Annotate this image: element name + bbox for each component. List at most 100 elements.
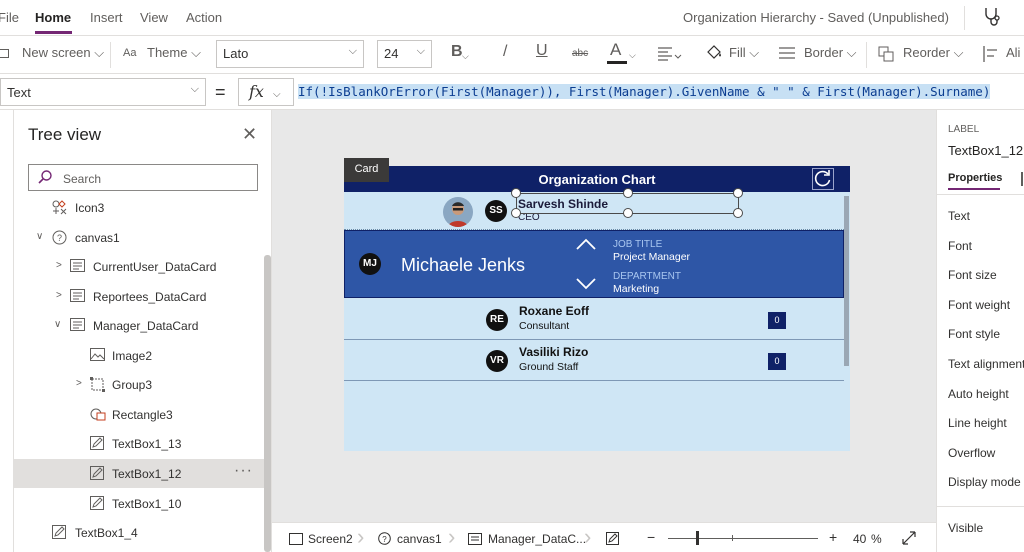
edit-text-icon (606, 532, 619, 548)
tree-item-rectangle3[interactable]: Rectangle3 (14, 400, 268, 429)
strikethrough-button[interactable]: abc (572, 48, 588, 59)
menu-action[interactable]: Action (186, 10, 222, 25)
fit-to-window-icon[interactable] (902, 531, 916, 548)
chevron-right-icon[interactable]: > (56, 290, 62, 301)
tree-item-currentuser-datacard[interactable]: > CurrentUser_DataCard (14, 252, 268, 281)
tree-item-canvas1[interactable]: ∨ ? canvas1 (14, 223, 268, 252)
current-user-card[interactable]: MJ Michaele Jenks JOB TITLE Project Mana… (344, 230, 844, 298)
fx-label: fx (249, 82, 264, 101)
resize-handle[interactable] (511, 208, 521, 218)
reportee-row[interactable]: VR Vasiliki Rizo Ground Staff 0 (344, 340, 844, 381)
tree-item-label: TextBox1_13 (112, 437, 182, 451)
divider (937, 194, 1024, 195)
prop-line-height[interactable]: Line height (948, 416, 1007, 430)
prop-display-mode[interactable]: Display mode (948, 475, 1021, 489)
more-options-icon[interactable]: ··· (234, 462, 253, 480)
chevron-down-icon: ⌵ (416, 45, 425, 57)
prop-font[interactable]: Font (948, 239, 972, 253)
tree-search-input[interactable]: Search (28, 164, 258, 191)
prop-font-size[interactable]: Font size (948, 268, 997, 282)
tree-item-icon3[interactable]: Icon3 (14, 193, 268, 222)
tree-item-label: Reportees_DataCard (93, 290, 207, 304)
formula-input[interactable]: If(!IsBlankOrError(First(Manager)), Firs… (296, 78, 1024, 106)
tree-item-label: Rectangle3 (112, 408, 173, 422)
menu-home[interactable]: Home (35, 10, 71, 25)
prop-text-alignment[interactable]: Text alignment (948, 357, 1024, 371)
breadcrumb-canvas1[interactable]: canvas1 (397, 532, 442, 546)
underline-button[interactable]: U (536, 42, 548, 60)
chevron-down-icon: ⌵ (190, 83, 199, 95)
menu-file[interactable]: File (0, 10, 19, 25)
prop-visible[interactable]: Visible (948, 521, 983, 535)
chevron-right-icon[interactable]: > (56, 260, 62, 271)
bold-button[interactable]: B (451, 43, 463, 61)
zoom-in-button[interactable]: + (829, 529, 837, 545)
resize-handle[interactable] (733, 208, 743, 218)
italic-button[interactable]: / (503, 43, 507, 61)
zoom-slider-track[interactable] (668, 538, 818, 539)
refresh-button[interactable] (812, 168, 834, 190)
document-title: Organization Hierarchy - Saved (Unpublis… (683, 10, 949, 25)
property-select[interactable]: Text ⌵ (0, 78, 206, 106)
reportee-initials-avatar: RE (486, 309, 508, 331)
prop-font-weight[interactable]: Font weight (948, 298, 1010, 312)
tree-item-textbox1-12[interactable]: TextBox1_12 ··· (14, 459, 268, 488)
chevron-up-icon[interactable] (576, 237, 596, 251)
chevron-right-icon[interactable]: > (76, 378, 82, 389)
search-icon (38, 170, 52, 184)
reorder-button[interactable]: Reorder ⌵ (903, 45, 963, 61)
tree-item-manager-datacard[interactable]: ∨ Manager_DataCard (14, 311, 268, 340)
resize-handle[interactable] (511, 188, 521, 198)
new-screen-button[interactable]: New screen ⌵ (22, 45, 104, 61)
app-scrollbar[interactable] (844, 196, 849, 366)
chevron-down-icon[interactable]: ∨ (36, 231, 43, 242)
theme-button[interactable]: Theme ⌵ (147, 45, 201, 61)
canvas-icon: ? (52, 230, 67, 245)
tab-properties[interactable]: Properties (948, 172, 1002, 184)
zoom-out-button[interactable]: − (647, 529, 655, 545)
status-bar: Screen2 › ? canvas1 › Manager_DataC... ›… (272, 522, 936, 552)
prop-overflow[interactable]: Overflow (948, 446, 995, 460)
tree-item-textbox1-10[interactable]: TextBox1_10 (14, 489, 268, 518)
reorder-icon (878, 46, 896, 65)
reportee-row[interactable]: RE Roxane Eoff Consultant 0 (344, 299, 844, 340)
edit-text-icon (52, 525, 67, 539)
zoom-slider-thumb[interactable] (696, 531, 699, 545)
border-button[interactable]: Border ⌵ (804, 45, 857, 61)
edit-text-icon (90, 466, 105, 480)
reportee-count-badge: 0 (768, 353, 786, 370)
resize-handle[interactable] (733, 188, 743, 198)
fx-button[interactable]: fx ⌵ (238, 78, 294, 106)
reportee-name: Roxane Eoff (519, 304, 590, 318)
breadcrumb-separator: › (448, 524, 456, 549)
prop-font-style[interactable]: Font style (948, 327, 1000, 341)
tree-item-textbox1-13[interactable]: TextBox1_13 (14, 429, 268, 458)
app-checker-icon[interactable] (982, 6, 1002, 31)
tree-item-image2[interactable]: Image2 (14, 341, 268, 370)
breadcrumb-screen2[interactable]: Screen2 (308, 532, 353, 546)
edit-text-icon (90, 496, 105, 510)
prop-auto-height[interactable]: Auto height (948, 387, 1009, 401)
control-name: TextBox1_12 (948, 143, 1024, 158)
divider (110, 42, 111, 68)
tree-item-label: TextBox1_4 (75, 526, 138, 540)
chevron-down-icon[interactable]: ∨ (54, 319, 61, 330)
tree-scrollbar[interactable] (264, 255, 271, 552)
menu-insert[interactable]: Insert (90, 10, 123, 25)
font-size-select[interactable]: 24 ⌵ (377, 40, 432, 68)
align-button[interactable]: Ali (1006, 45, 1020, 60)
prop-text[interactable]: Text (948, 209, 970, 223)
resize-handle[interactable] (623, 208, 633, 218)
close-icon[interactable]: ✕ (242, 124, 257, 145)
text-align-icon[interactable] (658, 46, 682, 65)
tree-item-reportees-datacard[interactable]: > Reportees_DataCard (14, 282, 268, 311)
breadcrumb-manager-datacard[interactable]: Manager_DataC... (488, 532, 586, 546)
tree-item-group3[interactable]: > Group3 (14, 370, 268, 399)
font-color-button[interactable]: A (610, 40, 621, 60)
tree-item-textbox1-4[interactable]: TextBox1_4 (14, 518, 268, 547)
chevron-down-icon[interactable] (576, 277, 596, 291)
fill-button[interactable]: Fill ⌵ (729, 45, 759, 61)
resize-handle[interactable] (623, 188, 633, 198)
menu-view[interactable]: View (140, 10, 168, 25)
font-select[interactable]: Lato ⌵ (216, 40, 364, 68)
